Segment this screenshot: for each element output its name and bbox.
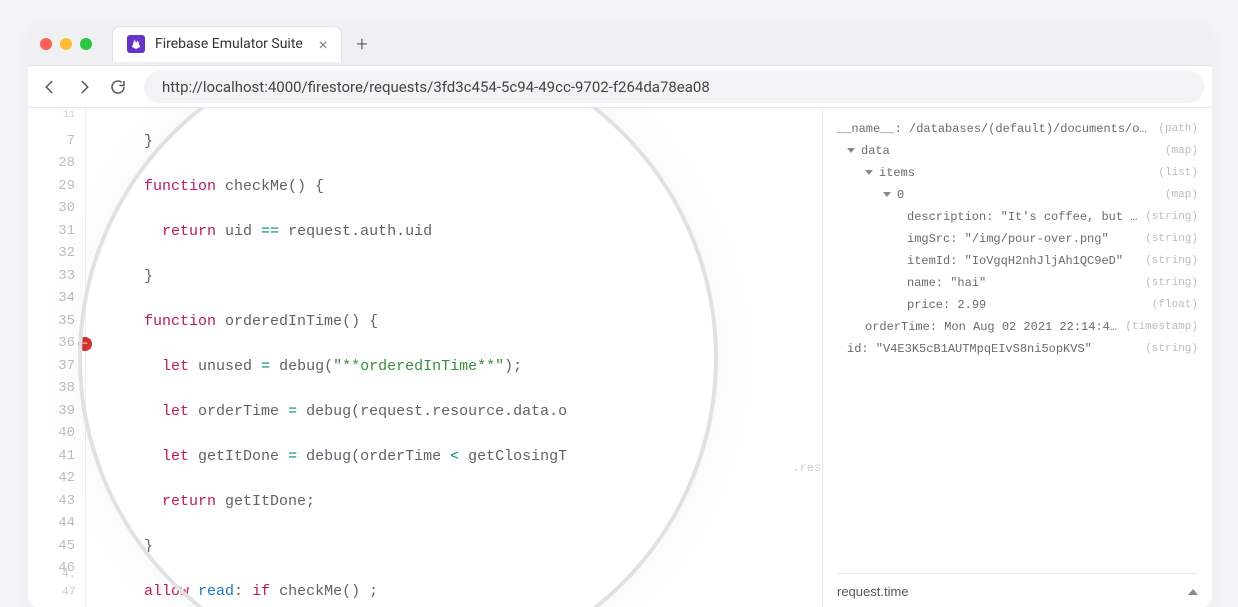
- tab-title: Firebase Emulator Suite: [155, 36, 303, 52]
- mini-gutter: 4. 47: [28, 565, 86, 601]
- address-bar-row: http://localhost:4000/firestore/requests…: [28, 66, 1212, 108]
- line-number: 45: [38, 536, 75, 559]
- line-number: 30: [38, 198, 75, 221]
- code-body[interactable]: } function checkMe() { return uid == req…: [86, 108, 822, 607]
- clipped-text: .resourc: [792, 459, 822, 477]
- window-minimize-button[interactable]: [60, 38, 72, 50]
- chevron-down-icon[interactable]: [883, 192, 891, 197]
- line-number: 34: [38, 288, 75, 311]
- inspector-row: orderTime: Mon Aug 02 2021 22:14:46 GM… …: [837, 316, 1198, 338]
- line-number: 37: [38, 356, 75, 379]
- line-number: 36–: [38, 333, 75, 356]
- forward-button[interactable]: [70, 73, 98, 101]
- line-number: 39: [38, 401, 75, 424]
- inspector-row: itemId: "IoVgqH2nhJljAh1QC9eD" (string): [837, 250, 1198, 272]
- line-number: 11: [38, 108, 75, 131]
- new-tab-button[interactable]: +: [356, 32, 367, 56]
- url-input[interactable]: http://localhost:4000/firestore/requests…: [144, 71, 1204, 103]
- traffic-lights: [40, 38, 92, 50]
- request-time-section[interactable]: request.time: [837, 573, 1198, 607]
- close-tab-icon[interactable]: ×: [319, 35, 328, 54]
- browser-window: Firebase Emulator Suite × + http://local…: [28, 22, 1212, 607]
- inspector-row: __name__: /databases/(default)/documents…: [837, 118, 1198, 140]
- inspector-row: id: "V4E3K5cB1AUTMpqEIvS8ni5opKVS" (stri…: [837, 338, 1198, 360]
- line-number: 7: [38, 131, 75, 154]
- browser-tab[interactable]: Firebase Emulator Suite ×: [112, 26, 342, 62]
- content-area: 11 7 28 29 30 31 32 33 34 35 36– 37 38 3…: [28, 108, 1212, 607]
- line-gutter: 11 7 28 29 30 31 32 33 34 35 36– 37 38 3…: [28, 108, 86, 607]
- favicon-icon: [127, 35, 145, 53]
- back-button[interactable]: [36, 73, 64, 101]
- clipped-text: ngTi: [821, 278, 822, 296]
- inspector-row: price: 2.99 (float): [837, 294, 1198, 316]
- line-number: 43: [38, 491, 75, 514]
- line-number: 44: [38, 513, 75, 536]
- line-number: 29: [38, 176, 75, 199]
- line-number: 40: [38, 423, 75, 446]
- inspector-row[interactable]: 0 (map): [837, 184, 1198, 206]
- line-number: 38: [38, 378, 75, 401]
- chevron-down-icon[interactable]: [865, 170, 873, 175]
- inspector-row: name: "hai" (string): [837, 272, 1198, 294]
- chevron-down-icon[interactable]: [847, 148, 855, 153]
- line-number: 32: [38, 243, 75, 266]
- inspector-row: description: "It's coffee, but fanc… (st…: [837, 206, 1198, 228]
- inspector-panel: __name__: /databases/(default)/documents…: [822, 108, 1212, 607]
- error-icon[interactable]: –: [78, 337, 92, 351]
- section-label: request.time: [837, 584, 909, 599]
- titlebar: Firebase Emulator Suite × +: [28, 22, 1212, 66]
- line-number: 33: [38, 266, 75, 289]
- line-number: 31: [38, 221, 75, 244]
- inspector-row[interactable]: data (map): [837, 140, 1198, 162]
- window-maximize-button[interactable]: [80, 38, 92, 50]
- line-number: 42: [38, 468, 75, 491]
- chevron-up-icon[interactable]: [1188, 589, 1198, 595]
- line-number: 41: [38, 446, 75, 469]
- code-editor: 11 7 28 29 30 31 32 33 34 35 36– 37 38 3…: [28, 108, 822, 607]
- window-close-button[interactable]: [40, 38, 52, 50]
- inspector-row[interactable]: items (list): [837, 162, 1198, 184]
- line-number: 35: [38, 311, 75, 334]
- inspector-row: imgSrc: "/img/pour-over.png" (string): [837, 228, 1198, 250]
- line-number: 28: [38, 153, 75, 176]
- reload-button[interactable]: [104, 73, 132, 101]
